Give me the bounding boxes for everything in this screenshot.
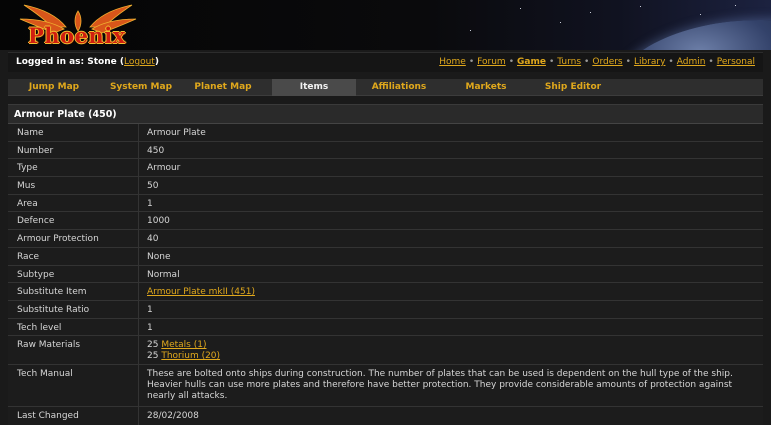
table-row: Name Armour Plate [8, 124, 763, 142]
tab-items[interactable]: Items [272, 79, 356, 96]
row-value: 50 [147, 181, 159, 192]
item-title: Armour Plate (450) [8, 105, 763, 124]
row-label: Mus [8, 177, 139, 194]
table-row: Defence 1000 [8, 212, 763, 231]
row-label: Tech Manual [8, 365, 139, 407]
row-label: Type [8, 159, 139, 177]
login-bar: Logged in as: Stone (Logout) Home • Forum •… [8, 52, 763, 72]
table-row: Race None [8, 247, 763, 266]
nav-separator: • [708, 57, 714, 67]
game-tabs: Jump Map System Map Planet Map Items Aff… [8, 79, 763, 96]
row-value: 1 [147, 304, 153, 315]
tab-markets[interactable]: Markets [442, 79, 530, 96]
table-row: Type Armour [8, 159, 763, 178]
nav-separator: • [468, 57, 475, 67]
header-banner: Phoenix [0, 0, 771, 50]
row-value: Armour Plate mkII (451) [139, 283, 763, 300]
login-suffix: ) [154, 57, 159, 67]
table-row: Substitute Item Armour Plate mkII (451) [8, 283, 763, 301]
row-value: 1 [147, 322, 153, 333]
nav-personal-link[interactable]: Personal [717, 57, 755, 67]
nav-admin-link[interactable]: Admin [677, 57, 706, 67]
nav-forum-link[interactable]: Forum [477, 57, 506, 67]
material-line: 25 Thorium (20) [147, 351, 755, 362]
login-prefix: Logged in as: Stone ( [16, 57, 124, 67]
row-value: None [147, 251, 171, 262]
row-value: Normal [147, 269, 180, 280]
row-label: Armour Protection [8, 230, 139, 247]
row-value: 450 [147, 145, 165, 156]
nav-home-link[interactable]: Home [439, 57, 466, 67]
tab-jump-map[interactable]: Jump Map [8, 79, 100, 96]
tab-ship-editor[interactable]: Ship Editor [530, 79, 616, 96]
row-value: 1000 [147, 216, 170, 227]
planet-image [610, 20, 771, 50]
logout-link[interactable]: Logout [124, 57, 155, 67]
row-label: Subtype [8, 265, 139, 283]
row-label: Substitute Ratio [8, 300, 139, 318]
row-value: 40 [147, 234, 159, 245]
material-link-thorium[interactable]: Thorium (20) [161, 351, 220, 361]
material-qty: 25 [147, 351, 159, 362]
nav-separator: • [584, 57, 590, 67]
item-details-panel: Armour Plate (450) Name Armour Plate Num… [8, 104, 763, 425]
row-label: Name [8, 124, 139, 141]
table-row: Substitute Ratio 1 [8, 300, 763, 319]
nav-library-link[interactable]: Library [634, 57, 665, 67]
table-row: Subtype Normal [8, 265, 763, 284]
tab-planet-map[interactable]: Planet Map [182, 79, 264, 96]
row-value: 28/02/2008 [147, 411, 199, 422]
table-row: Tech Manual These are bolted onto ships … [8, 365, 763, 408]
table-row: Area 1 [8, 194, 763, 213]
nav-separator: • [668, 57, 674, 67]
row-label: Tech level [8, 318, 139, 336]
login-status: Logged in as: Stone (Logout) [16, 57, 159, 67]
nav-orders-link[interactable]: Orders [592, 57, 622, 67]
phoenix-logo[interactable]: Phoenix [8, 3, 148, 49]
nav-game-link[interactable]: Game [517, 57, 546, 67]
tab-affiliations[interactable]: Affiliations [356, 79, 442, 96]
nav-separator: • [548, 57, 555, 67]
row-label: Raw Materials [8, 336, 139, 365]
nav-separator: • [508, 57, 514, 67]
logo-text: Phoenix [28, 23, 126, 48]
table-row: Tech level 1 [8, 318, 763, 337]
tech-manual-text: These are bolted onto ships during const… [147, 369, 733, 402]
row-label: Number [8, 141, 139, 159]
nav-turns-link[interactable]: Turns [557, 57, 581, 67]
row-label: Last Changed [8, 407, 139, 425]
table-row: Armour Protection 40 [8, 230, 763, 248]
row-label: Defence [8, 212, 139, 230]
nav-separator: • [625, 57, 631, 67]
table-row: Number 450 [8, 141, 763, 160]
material-link-metals[interactable]: Metals (1) [161, 340, 206, 350]
row-label: Race [8, 247, 139, 265]
material-line: 25 Metals (1) [147, 340, 755, 351]
table-row: Raw Materials 25 Metals (1) 25 Thorium (… [8, 336, 763, 366]
row-value: 25 Metals (1) 25 Thorium (20) [139, 336, 763, 364]
row-value: Armour Plate [147, 128, 206, 138]
tab-system-map[interactable]: System Map [100, 79, 182, 96]
row-label: Area [8, 194, 139, 212]
top-nav: Home • Forum • Game • Turns • Orders • Library • Adm… [439, 57, 755, 67]
table-row: Last Changed 28/02/2008 [8, 407, 763, 425]
row-label: Substitute Item [8, 283, 139, 300]
row-value: 1 [147, 198, 153, 209]
material-qty: 25 [147, 340, 159, 351]
table-row: Mus 50 [8, 177, 763, 195]
substitute-item-link[interactable]: Armour Plate mkII (451) [147, 287, 255, 297]
row-value: Armour [147, 163, 181, 174]
